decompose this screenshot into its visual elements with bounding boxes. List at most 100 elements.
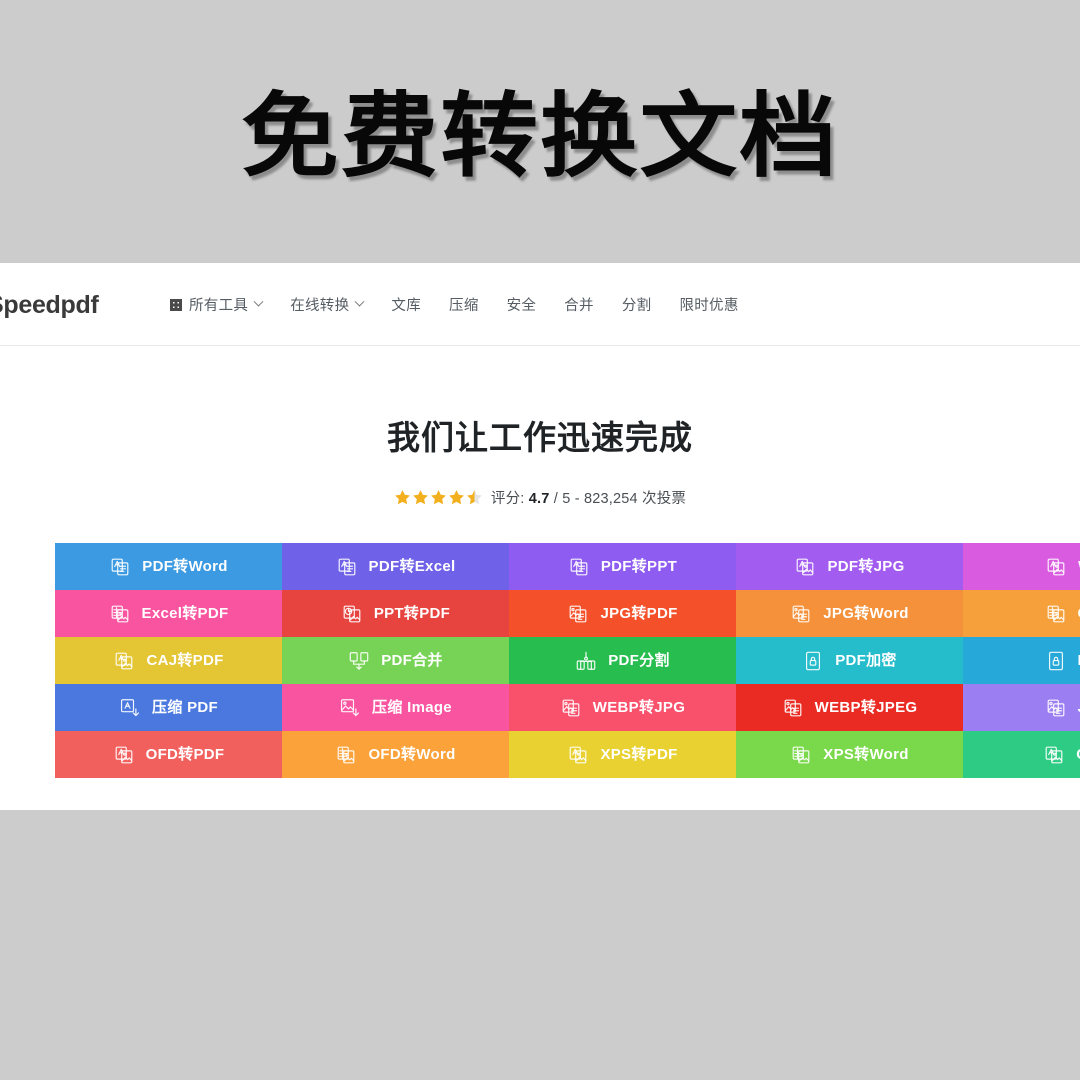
lock-doc-icon — [806, 651, 821, 670]
rating-label: 评分: 4.7 / 5 - 823,254 次投票 — [491, 487, 686, 508]
tool-tile-label: 压缩 PDF — [152, 699, 218, 716]
sheet-doc-icon — [111, 605, 128, 622]
tool-tile-label: CAJ转PDF — [146, 652, 224, 669]
nav-item-2[interactable]: 文库 — [377, 294, 435, 315]
tool-tile-label: XPS转PDF — [600, 746, 678, 763]
tool-tile-label: OFD转Word — [368, 746, 456, 763]
nav-item-label: 限时优惠 — [679, 298, 739, 314]
image-doc-icon — [784, 699, 802, 716]
website-screenshot: Speedpdf 所有工具 在线转换 文库 压缩 安全 合并 分割 限时优惠 我们让工作迅速完… — [0, 263, 1080, 810]
tool-tile[interactable]: CAJ — [963, 590, 1080, 637]
star-filled-icon — [413, 490, 428, 505]
tool-tile[interactable]: JPG转Word — [736, 590, 963, 637]
image-doc-icon — [562, 699, 580, 716]
tool-tile-label: OFD转PDF — [145, 746, 225, 763]
tool-tile[interactable]: PDF合并 — [282, 637, 509, 684]
tool-tile-label: Excel转PDF — [141, 605, 229, 622]
doc-image-icon — [1045, 746, 1063, 763]
chevron-down-icon — [253, 296, 264, 307]
tool-tile[interactable]: PDF转PPT — [509, 543, 736, 590]
nav-item-4[interactable]: 安全 — [493, 294, 551, 315]
nav-item-label: 安全 — [506, 298, 537, 314]
nav-item-7[interactable]: 限时优惠 — [665, 294, 752, 315]
doc-translate-icon — [338, 558, 355, 575]
tool-tile[interactable]: JPG转PDF — [509, 590, 736, 637]
star-rating — [394, 489, 483, 506]
nav-item-5[interactable]: 合并 — [550, 294, 608, 315]
tool-tile[interactable]: PDF — [963, 637, 1080, 684]
tool-tile-label: PDF转Excel — [368, 558, 456, 575]
nav-item-3[interactable]: 压缩 — [435, 294, 493, 315]
nav-item-label: 压缩 — [449, 298, 479, 314]
nav-item-label: 合并 — [564, 298, 594, 314]
top-banner: 免费转换文档 — [0, 0, 1080, 263]
banner-title: 免费转换文档 — [241, 82, 839, 190]
tool-tile-label: PDF转JPG — [827, 558, 905, 575]
doc-image-icon — [570, 746, 587, 763]
split-icon — [576, 651, 596, 670]
tool-tile-label: PDF合并 — [381, 652, 443, 669]
site-logo[interactable]: Speedpdf — [0, 291, 99, 320]
nav-item-label: 文库 — [391, 298, 422, 314]
nav-item-label: 所有工具 — [189, 298, 249, 314]
nav-item-1[interactable]: 在线转换 — [276, 294, 377, 315]
star-filled-icon — [431, 490, 446, 505]
tool-tile-label: CAD — [1076, 747, 1080, 762]
tool-tile[interactable]: XPS转PDF — [509, 731, 736, 778]
image-doc-icon — [792, 605, 810, 622]
tool-tile[interactable]: Wor — [963, 543, 1080, 590]
doc-translate-icon — [111, 558, 129, 575]
tool-tile[interactable]: PPT转PDF — [282, 590, 509, 637]
tool-tile[interactable]: OFD转PDF — [55, 731, 282, 778]
nav-item-6[interactable]: 分割 — [608, 294, 666, 315]
site-navbar: Speedpdf 所有工具 在线转换 文库 压缩 安全 合并 分割 限时优惠 — [0, 263, 1080, 346]
sheet-doc-icon — [1047, 605, 1064, 622]
rating-suffix: / 5 - 823,254 次投票 — [549, 491, 687, 507]
tool-tile[interactable]: JPG — [963, 684, 1080, 731]
tool-tile-label: WEBP转JPG — [592, 699, 686, 716]
tool-tile[interactable]: WEBP转JPG — [509, 684, 736, 731]
tool-tile-label: 压缩 Image — [372, 699, 452, 716]
sheet-doc-icon — [338, 746, 355, 763]
nav-menu: 所有工具 在线转换 文库 压缩 安全 合并 分割 限时优惠 — [170, 294, 753, 315]
star-half-icon — [467, 490, 482, 505]
hero-section: 我们让工作迅速完成 评分: 4.7 / 5 - 823,254 次投票 — [0, 346, 1080, 508]
tool-tile-label: PDF转PPT — [600, 558, 678, 575]
bottom-banner — [0, 810, 1080, 1080]
lock-doc-icon — [1048, 651, 1063, 670]
tool-tile[interactable]: XPS转Word — [736, 731, 963, 778]
rating-prefix: 评分: — [490, 491, 529, 507]
tool-tile[interactable]: CAD — [963, 731, 1080, 778]
grid-icon — [170, 298, 182, 311]
tool-tile-label: PDF加密 — [835, 652, 897, 669]
merge-icon — [349, 651, 369, 670]
tool-tile[interactable]: PDF转JPG — [736, 543, 963, 590]
tool-tile[interactable]: PDF分割 — [509, 637, 736, 684]
tool-tile[interactable]: PDF转Excel — [282, 543, 509, 590]
nav-item-label: 在线转换 — [290, 298, 350, 314]
doc-image-icon — [116, 652, 133, 669]
slide-doc-icon — [343, 605, 361, 622]
tool-tile[interactable]: 压缩 Image — [282, 684, 509, 731]
tool-tile-label: XPS转Word — [823, 746, 909, 763]
nav-item-0[interactable]: 所有工具 — [170, 294, 276, 315]
tool-tile-label: WEBP转JPEG — [814, 699, 918, 716]
star-filled-icon — [449, 490, 464, 505]
tool-tile[interactable]: PDF加密 — [736, 637, 963, 684]
tool-tile-label: PPT转PDF — [373, 605, 451, 622]
rating-score: 4.7 — [528, 491, 550, 507]
tool-tile-label: JPG转PDF — [600, 605, 678, 622]
rating-row: 评分: 4.7 / 5 - 823,254 次投票 — [0, 487, 1080, 508]
tool-tile-label: PDF分割 — [608, 652, 670, 669]
image-doc-icon — [1047, 699, 1064, 716]
compress-doc-icon — [120, 698, 140, 716]
tool-tile[interactable]: CAJ转PDF — [55, 637, 282, 684]
sheet-doc-icon — [792, 746, 810, 763]
tool-tile[interactable]: PDF转Word — [55, 543, 282, 590]
screenshot-root: 免费转换文档 Speedpdf 所有工具 在线转换 文库 压缩 安全 合并 分割 限时优惠 我… — [0, 0, 1080, 1080]
tool-tile[interactable]: 压缩 PDF — [55, 684, 282, 731]
tool-tile[interactable]: OFD转Word — [282, 731, 509, 778]
tool-tile[interactable]: WEBP转JPEG — [736, 684, 963, 731]
doc-image-icon — [1047, 558, 1065, 575]
tool-tile[interactable]: Excel转PDF — [55, 590, 282, 637]
